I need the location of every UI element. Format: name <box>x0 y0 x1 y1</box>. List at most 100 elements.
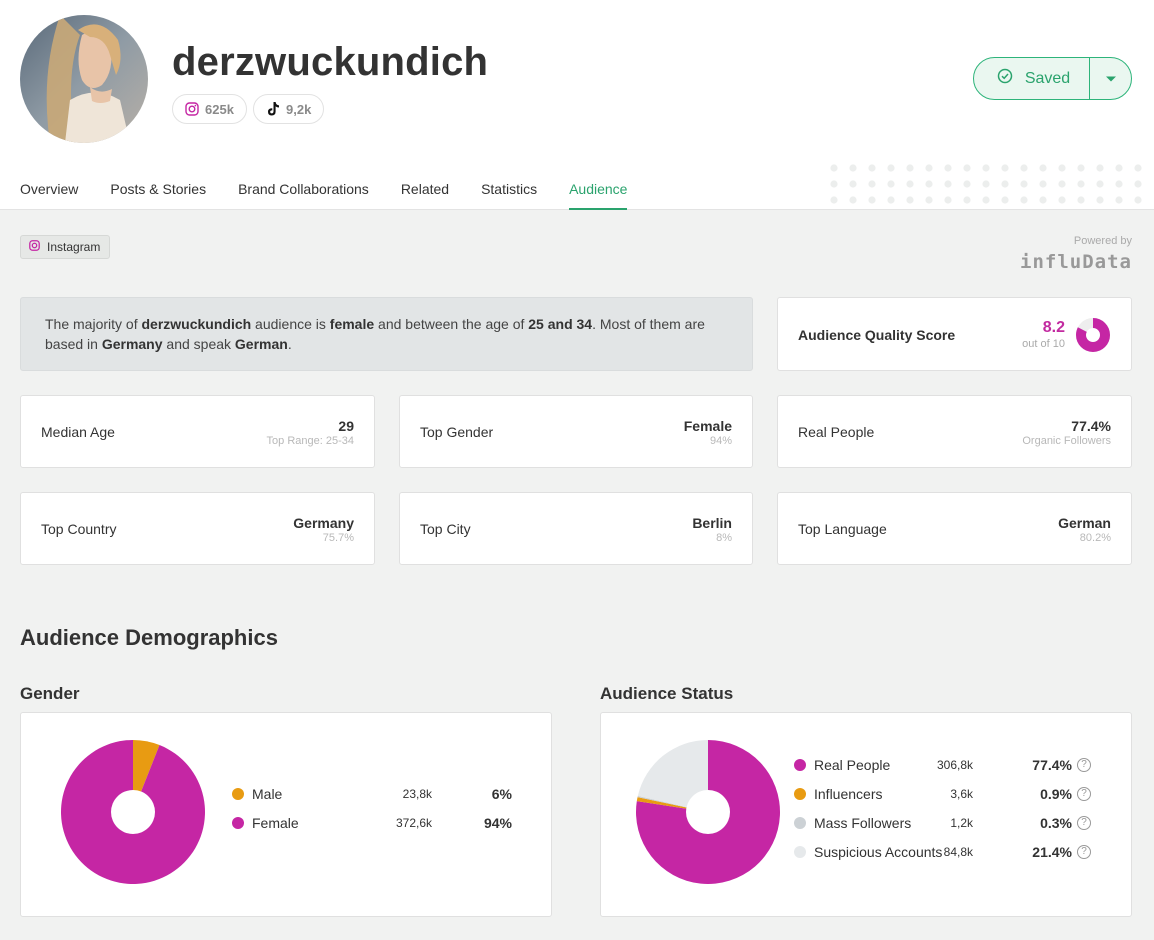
stat-card-top-country: Top Country Germany 75.7% <box>20 492 375 565</box>
decorative-dot <box>1096 196 1104 204</box>
decorative-dot <box>1134 180 1142 188</box>
stat-card-top-gender: Top Gender Female 94% <box>399 395 753 468</box>
audience-demographics-title: Audience Demographics <box>20 625 278 650</box>
legend-percent: 77.4% <box>1032 757 1072 773</box>
instagram-icon <box>29 240 40 254</box>
stat-subtext: Top Range: 25-34 <box>266 435 354 447</box>
summary-country: Germany <box>101 336 163 352</box>
tab-statistics[interactable]: Statistics <box>481 168 537 210</box>
instagram-followers-chip[interactable]: 625k <box>172 94 247 124</box>
decorative-dot <box>830 164 838 172</box>
platform-filter-chip[interactable]: Instagram <box>20 235 111 259</box>
tab-related[interactable]: Related <box>401 168 449 210</box>
decorative-dot <box>1115 164 1123 172</box>
tab-posts-stories[interactable]: Posts & Stories <box>110 168 206 210</box>
decorative-dot <box>1134 164 1142 172</box>
audience-summary: The majority of derzwuckundich audience … <box>20 297 753 371</box>
legend-label: Influencers <box>814 786 883 802</box>
help-icon[interactable]: ? <box>1077 758 1091 772</box>
decorative-dot <box>1001 180 1009 188</box>
decorative-dot <box>1077 180 1085 188</box>
summary-username: derzwuckundich <box>141 316 252 332</box>
decorative-dot <box>1020 196 1028 204</box>
stat-label: Top Country <box>41 520 117 537</box>
decorative-dot <box>1077 196 1085 204</box>
decorative-dot <box>887 196 895 204</box>
tab-overview[interactable]: Overview <box>20 168 78 210</box>
decorative-dot <box>1115 196 1123 204</box>
instagram-followers-count: 625k <box>205 101 234 117</box>
decorative-dot <box>925 164 933 172</box>
decorative-dot <box>830 196 838 204</box>
tiktok-icon <box>265 101 281 117</box>
stat-value: 77.4% <box>1071 418 1111 434</box>
tab-brand-collaborations[interactable]: Brand Collaborations <box>238 168 369 210</box>
decorative-dot <box>1039 164 1047 172</box>
decorative-dot <box>1001 196 1009 204</box>
legend-count: 23,8k <box>402 787 432 801</box>
legend-count: 306,8k <box>936 758 973 772</box>
legend-label: Suspicious Accounts <box>814 844 943 860</box>
legend-percent: 21.4% <box>1032 844 1072 860</box>
decorative-dot <box>887 164 895 172</box>
decorative-dot <box>1058 164 1066 172</box>
legend-label: Real People <box>814 757 891 773</box>
summary-text: and between the age of <box>374 316 529 332</box>
summary-text: and speak <box>162 336 235 352</box>
decorative-dot <box>1077 164 1085 172</box>
infludata-logo: influData <box>1020 251 1132 273</box>
decorative-dot <box>963 164 971 172</box>
summary-language: German <box>234 336 288 352</box>
stat-subtext: Organic Followers <box>1022 435 1111 447</box>
stat-subtext: 8% <box>716 532 732 544</box>
saved-toggle[interactable]: Saved <box>974 58 1089 99</box>
stat-card-median-age: Median Age 29 Top Range: 25-34 <box>20 395 375 468</box>
decorative-dot <box>925 180 933 188</box>
legend-item: Suspicious Accounts 84,8k 21.4%? <box>794 842 1091 862</box>
legend-color-dot <box>794 759 806 771</box>
stat-label: Top Gender <box>420 423 494 440</box>
saved-button[interactable]: Saved <box>973 57 1132 100</box>
stat-card-top-city: Top City Berlin 8% <box>399 492 753 565</box>
decorative-dot <box>982 196 990 204</box>
legend-color-dot <box>794 788 806 800</box>
instagram-icon <box>184 101 200 117</box>
legend-percent: 0.9% <box>1040 786 1072 802</box>
legend-count: 372,6k <box>395 816 432 830</box>
legend-color-dot <box>794 846 806 858</box>
stat-card-top-language: Top Language German 80.2% <box>777 492 1132 565</box>
help-icon[interactable]: ? <box>1077 816 1091 830</box>
decorative-dot <box>1001 164 1009 172</box>
saved-dropdown-button[interactable] <box>1089 58 1131 99</box>
stat-subtext: 75.7% <box>322 532 354 544</box>
decorative-dot <box>868 180 876 188</box>
legend-color-dot <box>232 817 244 829</box>
decorative-dot <box>849 164 857 172</box>
legend-label: Mass Followers <box>814 815 912 831</box>
legend-label: Male <box>252 786 283 802</box>
stat-label: Top City <box>420 520 471 537</box>
summary-text: audience is <box>251 316 330 332</box>
tiktok-followers-chip[interactable]: 9,2k <box>253 94 325 124</box>
decorative-dot <box>963 196 971 204</box>
help-icon[interactable]: ? <box>1077 787 1091 801</box>
audience-status-pie-chart <box>636 740 780 884</box>
legend-item: Male 23,8k 6% <box>232 784 512 804</box>
legend-count: 1,2k <box>950 816 973 830</box>
powered-by: Powered by influData <box>1020 235 1132 273</box>
avatar <box>20 15 148 143</box>
decorative-dot <box>1039 180 1047 188</box>
legend-item: Female 372,6k 94% <box>232 813 512 833</box>
tab-audience[interactable]: Audience <box>569 168 628 210</box>
decorative-dot <box>1134 196 1142 204</box>
stat-subtext: 94% <box>709 435 732 447</box>
username: derzwuckundich <box>172 40 489 84</box>
stat-label: Real People <box>798 423 875 440</box>
decorative-dot <box>1058 196 1066 204</box>
stat-label: Top Language <box>798 520 887 537</box>
legend-color-dot <box>794 817 806 829</box>
stat-card-real-people: Real People 77.4% Organic Followers <box>777 395 1132 468</box>
summary-gender: female <box>329 316 375 332</box>
help-icon[interactable]: ? <box>1077 845 1091 859</box>
decorative-dot <box>1020 180 1028 188</box>
